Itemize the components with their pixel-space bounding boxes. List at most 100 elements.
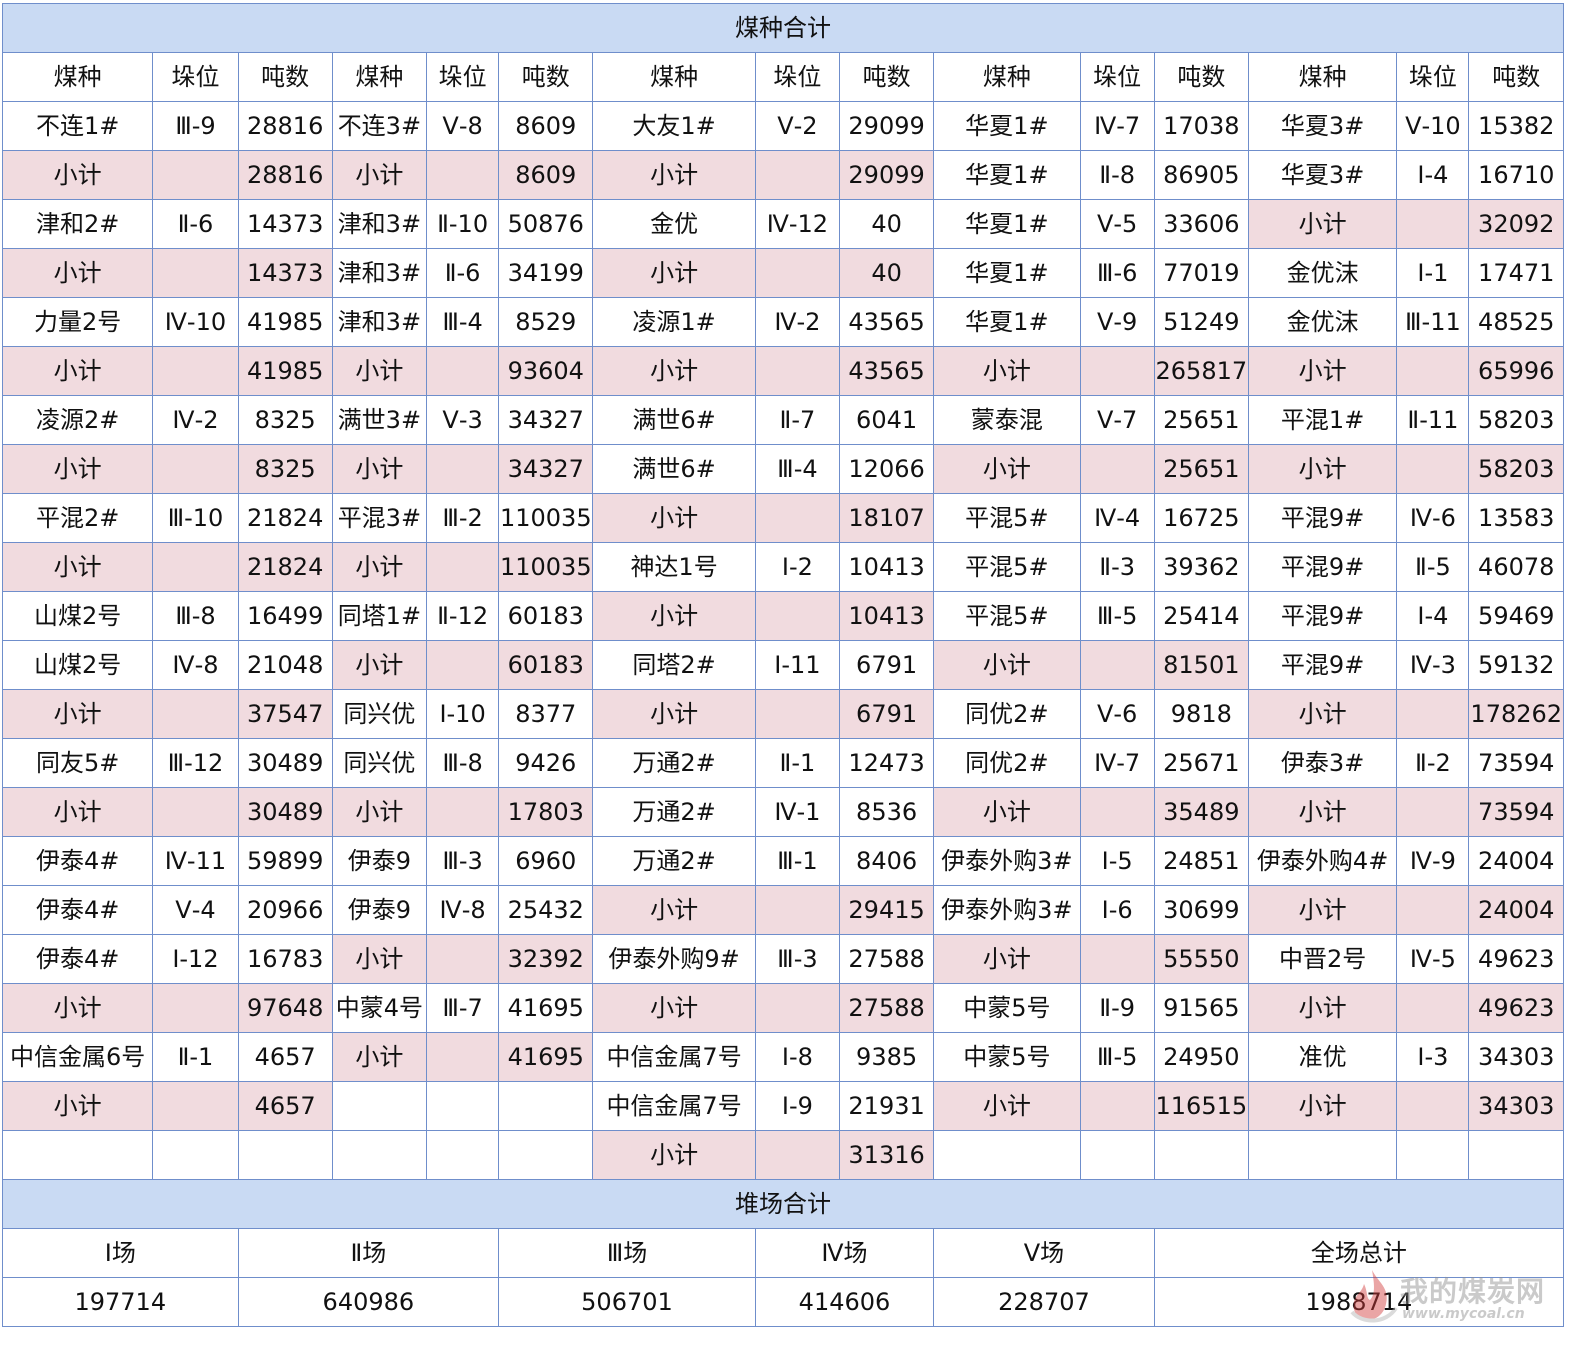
coal-type-cell: 万通2# bbox=[592, 738, 756, 788]
table-row: 津和2# Ⅱ-6 14373 津和3# Ⅱ-10 50876 金优 Ⅳ-12 40 华夏1# Ⅴ-5… bbox=[1, 199, 1564, 249]
subtotal-tonnage-cell: 25651 bbox=[1153, 444, 1249, 494]
tonnage-cell: 51249 bbox=[1153, 297, 1249, 347]
yard-header: Ⅴ场 bbox=[933, 1228, 1155, 1278]
coal-type-cell: 华夏3# bbox=[1247, 150, 1398, 200]
stack-position-cell bbox=[1079, 1130, 1155, 1180]
subtotal-stack-position-cell bbox=[754, 689, 840, 739]
tonnage-cell bbox=[498, 1130, 594, 1180]
coal-type-cell: 伊泰外购4# bbox=[1247, 836, 1398, 886]
tonnage-cell: 43565 bbox=[838, 297, 935, 347]
subtotal-tonnage-cell: 29415 bbox=[838, 885, 935, 935]
stack-position-cell: Ⅴ-3 bbox=[425, 395, 500, 445]
tonnage-cell: 4657 bbox=[237, 1032, 333, 1082]
column-header: 煤种 bbox=[592, 52, 756, 102]
stack-position-cell: Ⅴ-8 bbox=[425, 101, 500, 151]
subtotal-stack-position-cell bbox=[1396, 346, 1470, 396]
subtotal-tonnage-cell: 29099 bbox=[838, 150, 935, 200]
subtotal-tonnage-cell: 37547 bbox=[237, 689, 333, 739]
coal-type-cell: 华夏1# bbox=[933, 199, 1081, 249]
stack-position-cell: Ⅱ-1 bbox=[754, 738, 840, 788]
tonnage-cell: 16710 bbox=[1468, 150, 1564, 200]
table-row: 小计 31316 bbox=[1, 1130, 1564, 1180]
column-header-row: 煤种 垛位 吨数 煤种 垛位 吨数 煤种 垛位 吨数 煤种 垛位 吨数 煤种 垛位 吨数 bbox=[1, 52, 1564, 102]
subtotal-stack-position-cell bbox=[425, 640, 500, 690]
tonnage-cell bbox=[1153, 1130, 1249, 1180]
coal-type-cell: 满世6# bbox=[592, 444, 756, 494]
coal-type-cell: 伊泰外购3# bbox=[933, 836, 1081, 886]
stack-position-cell: Ⅰ-4 bbox=[1396, 150, 1470, 200]
tonnage-cell: 8406 bbox=[838, 836, 935, 886]
stack-position-cell: Ⅲ-7 bbox=[425, 983, 500, 1033]
coal-type-cell: 力量2号 bbox=[1, 297, 154, 347]
subtotal-stack-position-cell bbox=[152, 689, 239, 739]
coal-type-cell bbox=[933, 1130, 1081, 1180]
tonnage-cell: 59132 bbox=[1468, 640, 1564, 690]
tonnage-cell: 21931 bbox=[838, 1081, 935, 1131]
subtotal-stack-position-cell bbox=[1079, 346, 1155, 396]
subtotal-coal-type-cell: 小计 bbox=[1, 444, 154, 494]
subtotal-tonnage-cell: 27588 bbox=[838, 983, 935, 1033]
subtotal-coal-type-cell: 小计 bbox=[592, 150, 756, 200]
subtotal-stack-position-cell bbox=[425, 150, 500, 200]
coal-type-cell: 平混9# bbox=[1247, 640, 1398, 690]
table-row: 伊泰4# Ⅰ-12 16783 小计 32392 伊泰外购9# Ⅲ-3 27588 小计 5555… bbox=[1, 934, 1564, 984]
subtotal-coal-type-cell: 小计 bbox=[1, 248, 154, 298]
subtotal-stack-position-cell bbox=[1396, 885, 1470, 935]
stack-position-cell: Ⅳ-10 bbox=[152, 297, 239, 347]
coal-type-cell: 平混2# bbox=[1, 493, 154, 543]
subtotal-tonnage-cell: 93604 bbox=[498, 346, 594, 396]
coal-type-cell: 中信金属7号 bbox=[592, 1032, 756, 1082]
tonnage-cell: 110035 bbox=[498, 493, 594, 543]
tonnage-cell: 9385 bbox=[838, 1032, 935, 1082]
coal-type-cell: 津和3# bbox=[331, 248, 428, 298]
subtotal-tonnage-cell: 10413 bbox=[838, 591, 935, 641]
subtotal-tonnage-cell: 32392 bbox=[498, 934, 594, 984]
tonnage-cell: 25651 bbox=[1153, 395, 1249, 445]
tonnage-cell: 16783 bbox=[237, 934, 333, 984]
subtotal-stack-position-cell bbox=[152, 346, 239, 396]
subtotal-tonnage-cell: 32092 bbox=[1468, 199, 1564, 249]
tonnage-cell: 46078 bbox=[1468, 542, 1564, 592]
section-title-yard-totals: 堆场合计 bbox=[2, 1179, 1564, 1229]
subtotal-tonnage-cell: 58203 bbox=[1468, 444, 1564, 494]
coal-type-cell: 中蒙5号 bbox=[933, 983, 1081, 1033]
subtotal-tonnage-cell: 8325 bbox=[237, 444, 333, 494]
stack-position-cell: Ⅲ-12 bbox=[152, 738, 239, 788]
coal-type-cell: 万通2# bbox=[592, 836, 756, 886]
subtotal-tonnage-cell: 265817 bbox=[1153, 346, 1249, 396]
coal-type-cell bbox=[331, 1130, 428, 1180]
coal-type-cell: 中信金属7号 bbox=[592, 1081, 756, 1131]
column-header: 垛位 bbox=[1079, 52, 1155, 102]
tonnage-cell: 15382 bbox=[1468, 101, 1564, 151]
subtotal-stack-position-cell bbox=[1396, 787, 1470, 837]
subtotal-stack-position-cell bbox=[152, 444, 239, 494]
subtotal-stack-position-cell bbox=[1396, 199, 1470, 249]
tonnage-cell: 27588 bbox=[838, 934, 935, 984]
stack-position-cell: Ⅱ-10 bbox=[425, 199, 500, 249]
table-row: 小计 14373 津和3# Ⅱ-6 34199 小计 40 华夏1# Ⅲ-6 77019 金优沫 Ⅰ-… bbox=[1, 248, 1564, 298]
tonnage-cell bbox=[1468, 1130, 1564, 1180]
stack-position-cell: Ⅱ-5 bbox=[1396, 542, 1470, 592]
coal-type-cell: 神达1号 bbox=[592, 542, 756, 592]
subtotal-stack-position-cell bbox=[1079, 787, 1155, 837]
subtotal-coal-type-cell: 小计 bbox=[1, 983, 154, 1033]
coal-type-cell: 平混5# bbox=[933, 542, 1081, 592]
stack-position-cell: Ⅱ-2 bbox=[1396, 738, 1470, 788]
yard-value-row: 197714 640986 506701 414606 228707 1988714 bbox=[2, 1277, 1565, 1327]
coal-type-cell: 蒙泰混 bbox=[933, 395, 1081, 445]
yard-total: 506701 bbox=[498, 1277, 756, 1327]
tonnage-cell: 91565 bbox=[1153, 983, 1249, 1033]
subtotal-coal-type-cell: 小计 bbox=[933, 787, 1081, 837]
tonnage-cell: 33606 bbox=[1153, 199, 1249, 249]
subtotal-stack-position-cell bbox=[425, 444, 500, 494]
coal-type-cell: 华夏1# bbox=[933, 101, 1081, 151]
subtotal-tonnage-cell: 55550 bbox=[1153, 934, 1249, 984]
column-header: 吨数 bbox=[1468, 52, 1564, 102]
subtotal-tonnage-cell: 4657 bbox=[237, 1081, 333, 1131]
stack-position-cell: Ⅳ-12 bbox=[754, 199, 840, 249]
stack-position-cell: Ⅲ-8 bbox=[152, 591, 239, 641]
coal-type-cell: 满世3# bbox=[331, 395, 428, 445]
subtotal-tonnage-cell: 65996 bbox=[1468, 346, 1564, 396]
subtotal-stack-position-cell bbox=[425, 934, 500, 984]
yard-total: 1988714 bbox=[1153, 1277, 1565, 1327]
